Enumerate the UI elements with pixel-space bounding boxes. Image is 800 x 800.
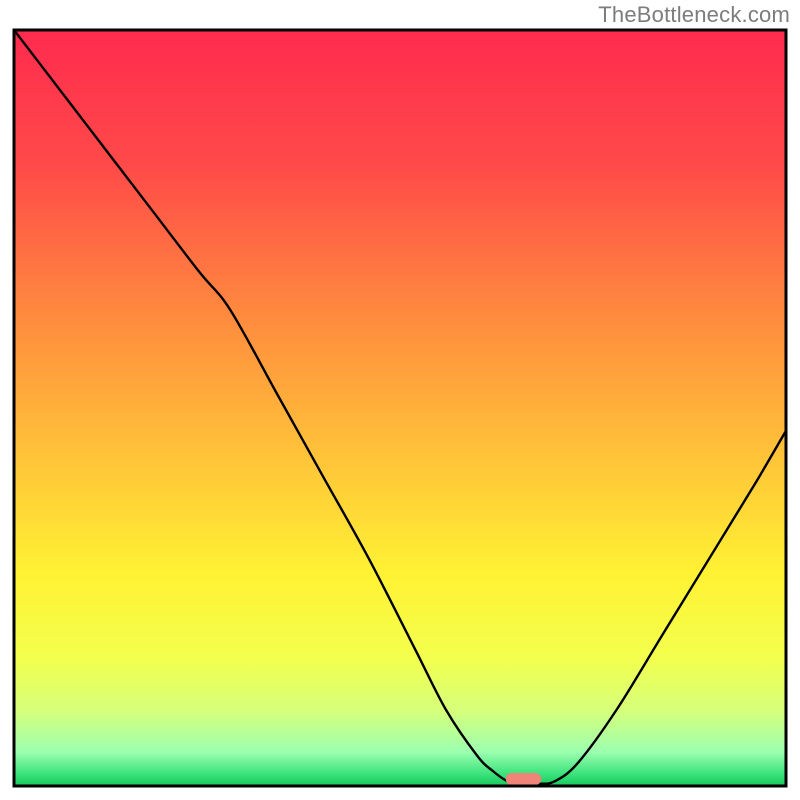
optimal-marker — [506, 773, 542, 785]
gradient-background — [14, 30, 786, 786]
bottleneck-chart: TheBottleneck.com — [0, 0, 800, 800]
chart-svg — [0, 0, 800, 800]
watermark-text: TheBottleneck.com — [598, 2, 790, 28]
